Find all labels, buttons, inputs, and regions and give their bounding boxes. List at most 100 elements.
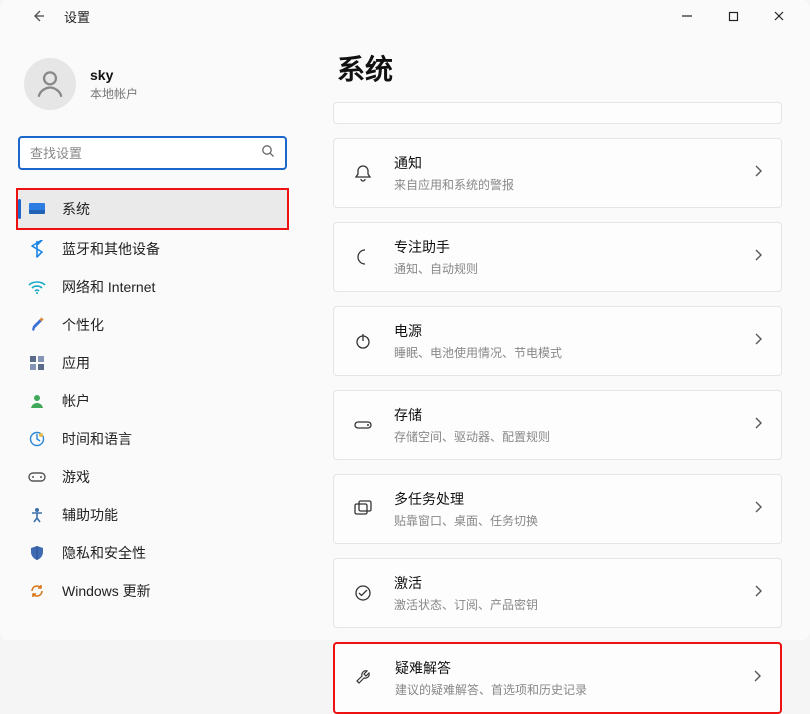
card-subtitle: 激活状态、订阅、产品密钥 — [394, 596, 733, 613]
wifi-icon — [28, 278, 46, 296]
bluetooth-icon — [28, 240, 46, 258]
chevron-right-icon — [753, 416, 763, 435]
chevron-right-icon — [753, 500, 763, 519]
card-subtitle: 通知、自动规则 — [394, 260, 733, 277]
multitask-icon — [352, 498, 374, 520]
close-icon — [773, 10, 785, 22]
card-subtitle: 睡眠、电池使用情况、节电模式 — [394, 344, 733, 361]
app-title: 设置 — [64, 7, 90, 26]
wrench-icon — [353, 667, 375, 689]
main: 系统 通知 来自应用和系统的警报 专注助手 通知、自动规则 — [305, 44, 810, 714]
card-focus-assist[interactable]: 专注助手 通知、自动规则 — [333, 222, 782, 292]
person-icon — [28, 392, 46, 410]
card-title: 存储 — [394, 405, 733, 425]
card-storage[interactable]: 存储 存储空间、驱动器、配置规则 — [333, 390, 782, 460]
search-wrap — [18, 136, 287, 170]
shield-icon — [28, 544, 46, 562]
window-controls — [664, 0, 802, 32]
power-icon — [352, 330, 374, 352]
nav-item-apps[interactable]: 应用 — [18, 344, 287, 382]
nav-label: 隐私和安全性 — [62, 543, 146, 563]
titlebar: 设置 — [0, 0, 810, 32]
update-icon — [28, 582, 46, 600]
card-activation[interactable]: 激活 激活状态、订阅、产品密钥 — [333, 558, 782, 628]
nav-label: 系统 — [62, 199, 90, 219]
minimize-button[interactable] — [664, 0, 710, 32]
card-title: 多任务处理 — [394, 489, 733, 509]
sidebar: sky 本地帐户 系统 — [0, 44, 305, 714]
gamepad-icon — [28, 468, 46, 486]
nav-item-time-language[interactable]: 时间和语言 — [18, 420, 287, 458]
user-block[interactable]: sky 本地帐户 — [18, 44, 287, 128]
storage-icon — [352, 414, 374, 436]
card-troubleshoot[interactable]: 疑难解答 建议的疑难解答、首选项和历史记录 — [333, 642, 782, 714]
chevron-right-icon — [753, 164, 763, 183]
nav-item-accessibility[interactable]: 辅助功能 — [18, 496, 287, 534]
card-title: 激活 — [394, 573, 733, 593]
page-title: 系统 — [337, 48, 782, 88]
close-button[interactable] — [756, 0, 802, 32]
user-icon — [33, 67, 67, 101]
nav-item-system[interactable]: 系统 — [18, 190, 287, 228]
back-arrow-icon — [30, 8, 46, 24]
user-text: sky 本地帐户 — [90, 67, 138, 102]
nav-label: 时间和语言 — [62, 429, 132, 449]
avatar — [24, 58, 76, 110]
nav-label: 帐户 — [62, 391, 90, 411]
card-subtitle: 存储空间、驱动器、配置规则 — [394, 428, 733, 445]
maximize-icon — [728, 11, 739, 22]
chevron-right-icon — [753, 248, 763, 267]
search-box[interactable] — [18, 136, 287, 170]
nav-item-bluetooth[interactable]: 蓝牙和其他设备 — [18, 230, 287, 268]
settings-window: 设置 sky 本地帐户 — [0, 0, 810, 640]
nav-item-gaming[interactable]: 游戏 — [18, 458, 287, 496]
nav-item-accounts[interactable]: 帐户 — [18, 382, 287, 420]
chevron-right-icon — [753, 584, 763, 603]
nav: 系统 蓝牙和其他设备 网络和 Internet 个性化 应用 — [18, 188, 287, 610]
search-input[interactable] — [30, 146, 261, 161]
card-info: 电源 睡眠、电池使用情况、节电模式 — [394, 321, 733, 361]
card-subtitle: 贴靠窗口、桌面、任务切换 — [394, 512, 733, 529]
nav-label: 个性化 — [62, 315, 104, 335]
moon-icon — [352, 246, 374, 268]
annotation-system-highlight: 系统 — [16, 188, 289, 230]
accessibility-icon — [28, 506, 46, 524]
display-icon — [28, 200, 46, 218]
body: sky 本地帐户 系统 — [0, 32, 810, 714]
minimize-icon — [681, 10, 693, 22]
nav-label: 蓝牙和其他设备 — [62, 239, 160, 259]
maximize-button[interactable] — [710, 0, 756, 32]
card-partial-top[interactable] — [333, 102, 782, 124]
nav-item-network[interactable]: 网络和 Internet — [18, 268, 287, 306]
card-info: 存储 存储空间、驱动器、配置规则 — [394, 405, 733, 445]
nav-item-privacy[interactable]: 隐私和安全性 — [18, 534, 287, 572]
search-icon — [261, 144, 275, 163]
card-info: 通知 来自应用和系统的警报 — [394, 153, 733, 193]
card-power[interactable]: 电源 睡眠、电池使用情况、节电模式 — [333, 306, 782, 376]
card-info: 专注助手 通知、自动规则 — [394, 237, 733, 277]
nav-label: 辅助功能 — [62, 505, 118, 525]
chevron-right-icon — [752, 669, 762, 688]
back-button[interactable] — [24, 2, 52, 30]
card-title: 电源 — [394, 321, 733, 341]
nav-label: 网络和 Internet — [62, 277, 155, 297]
nav-item-windows-update[interactable]: Windows 更新 — [18, 572, 287, 610]
card-title: 通知 — [394, 153, 733, 173]
bell-icon — [352, 162, 374, 184]
apps-icon — [28, 354, 46, 372]
nav-item-personalization[interactable]: 个性化 — [18, 306, 287, 344]
user-name: sky — [90, 67, 138, 83]
card-subtitle: 来自应用和系统的警报 — [394, 176, 733, 193]
card-title: 疑难解答 — [395, 658, 732, 678]
check-circle-icon — [352, 582, 374, 604]
card-title: 专注助手 — [394, 237, 733, 257]
card-notifications[interactable]: 通知 来自应用和系统的警报 — [333, 138, 782, 208]
card-info: 多任务处理 贴靠窗口、桌面、任务切换 — [394, 489, 733, 529]
nav-label: 游戏 — [62, 467, 90, 487]
chevron-right-icon — [753, 332, 763, 351]
nav-label: Windows 更新 — [62, 581, 151, 601]
globe-clock-icon — [28, 430, 46, 448]
card-subtitle: 建议的疑难解答、首选项和历史记录 — [395, 681, 732, 698]
card-info: 激活 激活状态、订阅、产品密钥 — [394, 573, 733, 613]
card-multitasking[interactable]: 多任务处理 贴靠窗口、桌面、任务切换 — [333, 474, 782, 544]
